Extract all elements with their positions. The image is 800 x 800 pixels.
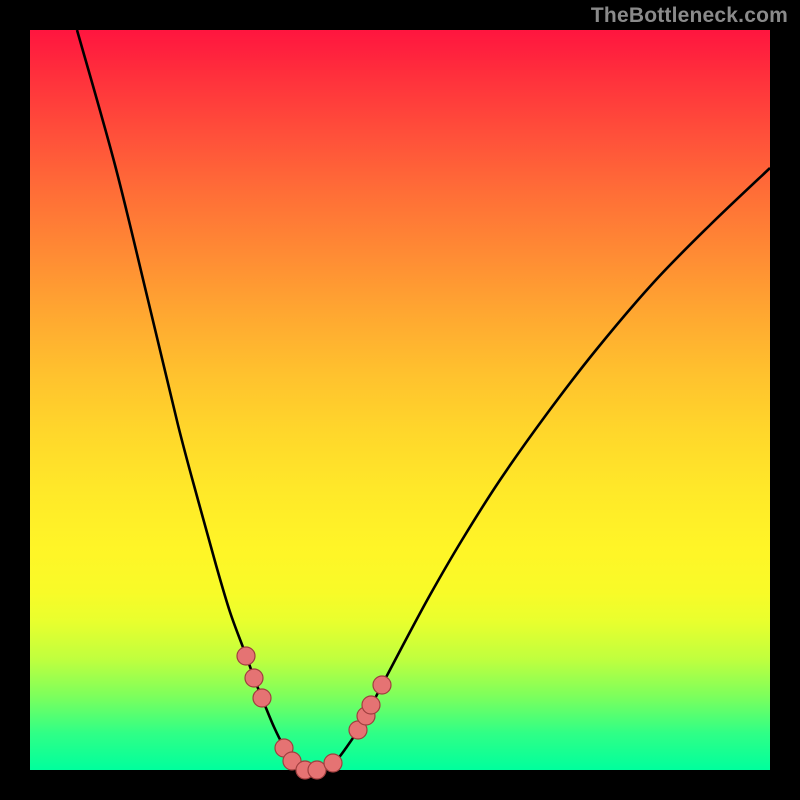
curve-marker [324, 754, 342, 772]
curve-marker [245, 669, 263, 687]
watermark-text: TheBottleneck.com [591, 4, 788, 28]
chart-frame: TheBottleneck.com [0, 0, 800, 800]
chart-plot-area [30, 30, 770, 770]
curve-marker [362, 696, 380, 714]
chart-svg [30, 30, 770, 770]
curve-marker [237, 647, 255, 665]
curve-markers [237, 647, 391, 779]
bottleneck-curve [77, 30, 770, 771]
curve-marker [373, 676, 391, 694]
curve-marker [308, 761, 326, 779]
curve-marker [253, 689, 271, 707]
